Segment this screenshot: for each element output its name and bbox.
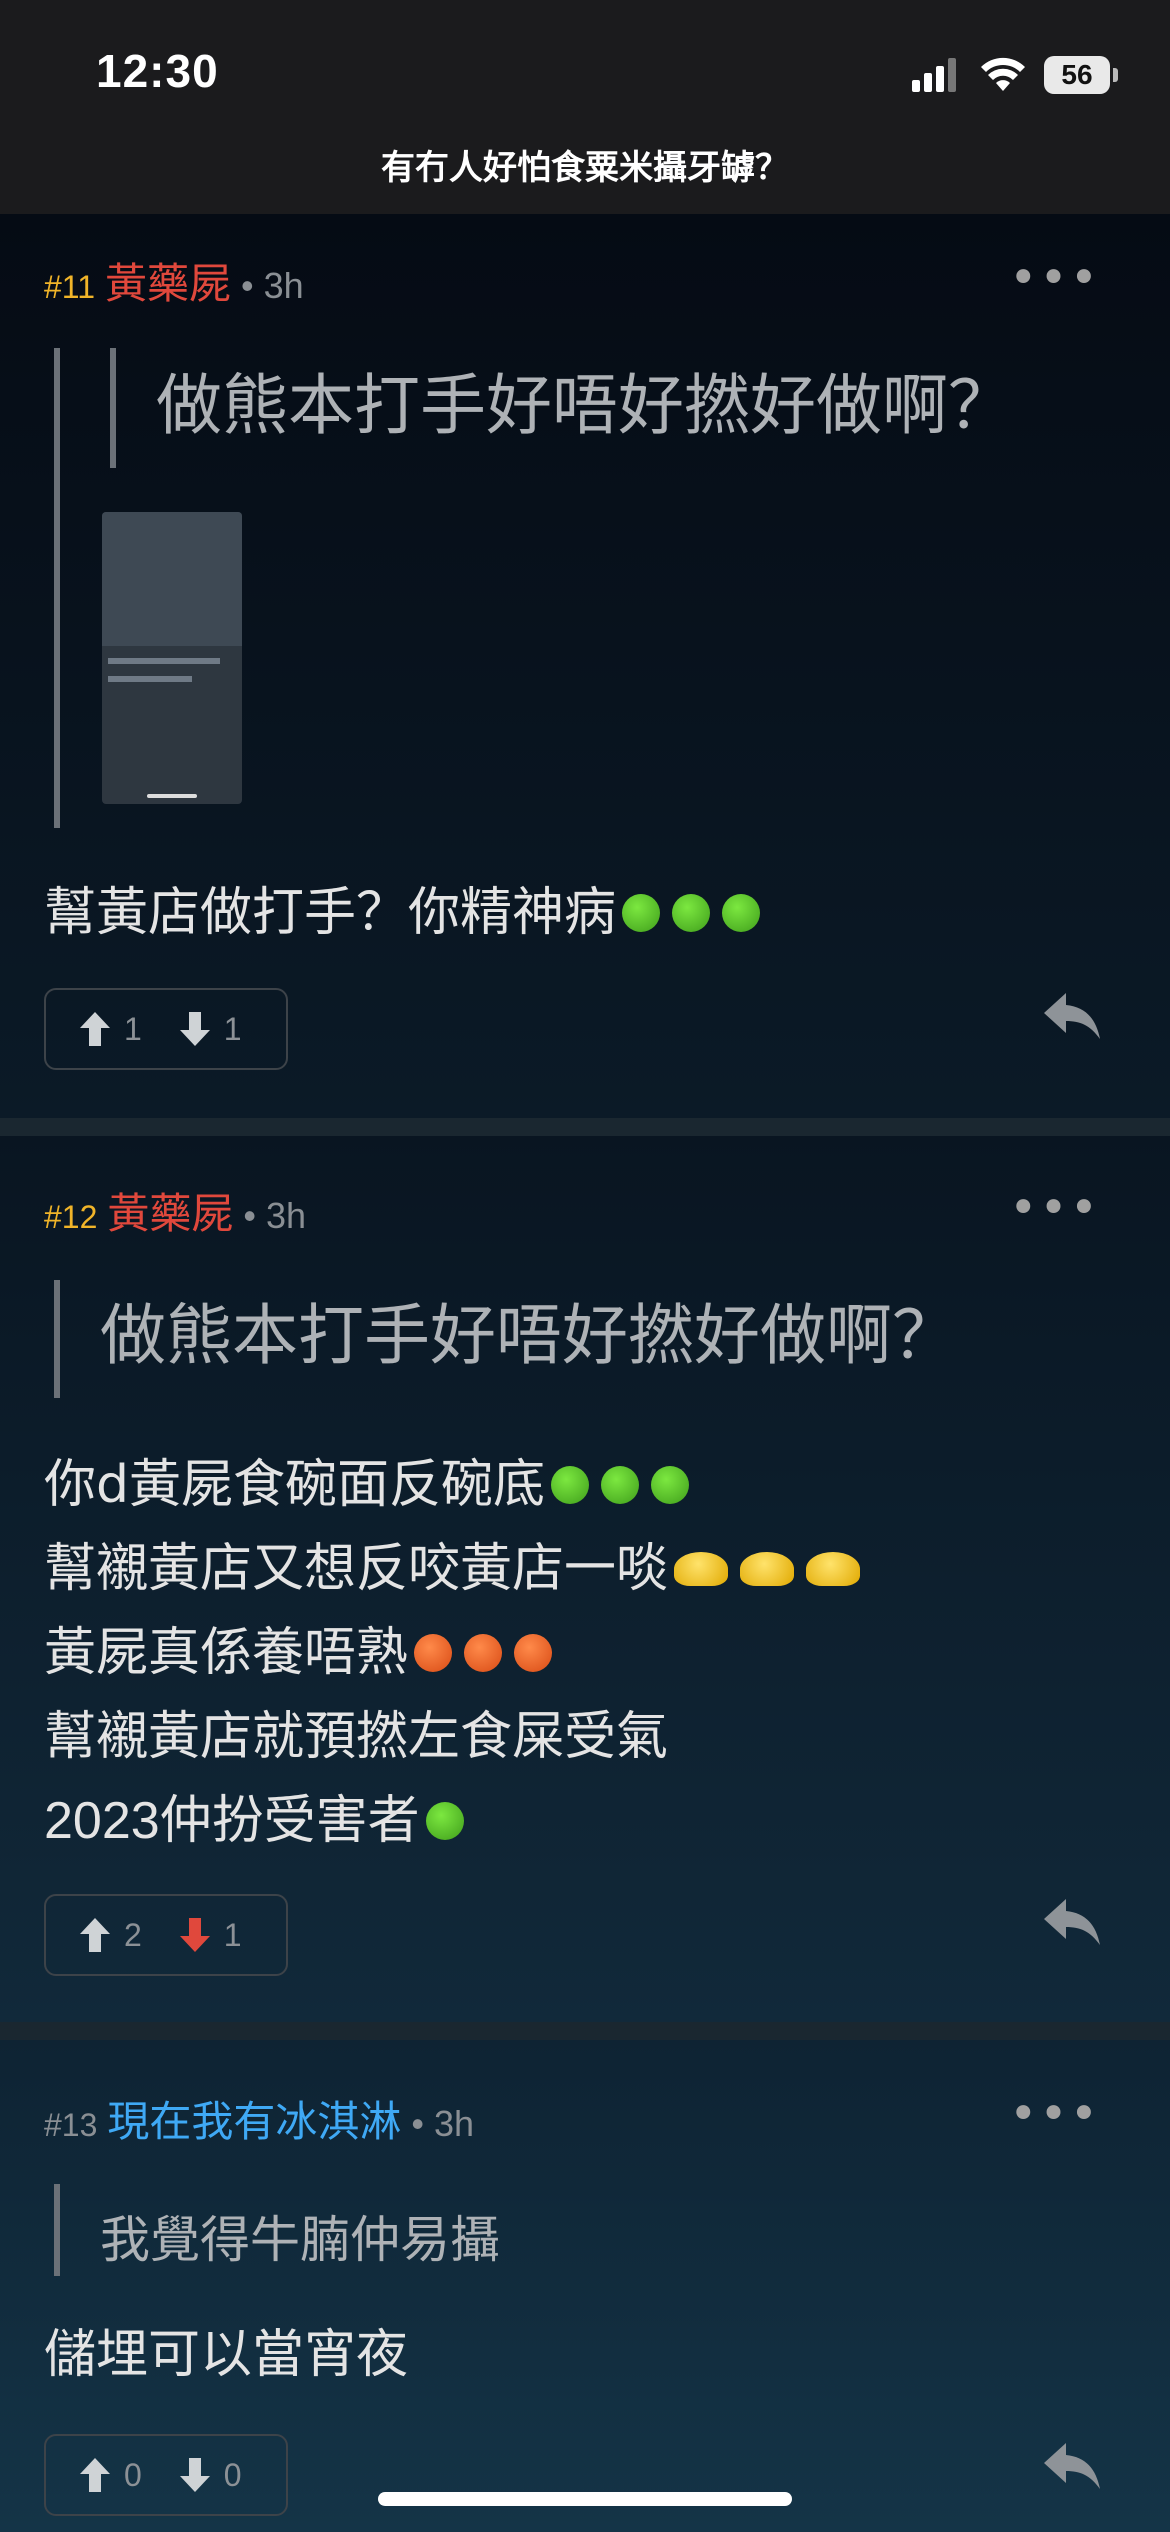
vote-box: 2 1 <box>44 1894 288 1976</box>
thumb-up-arrow-icon <box>80 1012 110 1046</box>
sick-face-icon <box>551 1466 590 1504</box>
downvote-button[interactable]: 0 <box>179 2456 242 2494</box>
more-horizontal-icon[interactable]: ••• <box>1009 254 1100 302</box>
upvote-button[interactable]: 1 <box>80 1011 142 1048</box>
more-horizontal-icon[interactable]: ••• <box>1009 1184 1100 1232</box>
quote-text: 我覺得牛腩仲易攝 <box>100 2211 500 2269</box>
post-meta: #12 黃藥屍 • 3h <box>44 1180 306 1241</box>
downvote-count: 0 <box>223 2456 242 2493</box>
angry-face-icon <box>414 1634 453 1672</box>
post-time: • 3h <box>241 265 304 306</box>
battery-icon: 56 <box>1044 56 1118 94</box>
status-icons: 56 <box>912 50 1118 100</box>
post-time: • 3h <box>411 2103 475 2144</box>
quote-outer: 我覺得牛腩仲易攝 <box>54 2184 500 2276</box>
post-time-value: 3h <box>263 265 304 306</box>
alien-face-icon <box>806 1552 861 1586</box>
floor-number: #12 <box>44 1199 98 1235</box>
thumb-down-arrow-icon <box>179 1918 210 1952</box>
status-bar: 12:30 56 <box>0 0 1170 150</box>
quote-outer: 做熊本打手好唔好撚好做啊？ <box>54 1280 958 1398</box>
upvote-button[interactable]: 2 <box>80 1917 142 1954</box>
sick-face-icon <box>601 1466 640 1504</box>
upvote-count: 0 <box>124 2456 142 2493</box>
sick-face-icon <box>425 1802 464 1840</box>
vote-box: 1 1 <box>44 988 288 1070</box>
post-11: #11 黃藥屍 • 3h ••• 做熊本打手好唔好撚好做啊？ 幫黃店做打手？你精… <box>0 214 1170 1118</box>
quote-text: 做熊本打手好唔好撚好做啊？ <box>100 1297 958 1374</box>
upvote-button[interactable]: 0 <box>80 2457 142 2494</box>
downvote-button[interactable]: 1 <box>179 1916 242 1954</box>
sick-face-icon <box>622 894 661 932</box>
post-body-text: 2023仲扮受害者 <box>44 1792 420 1850</box>
post-time-value: 3h <box>434 2103 475 2144</box>
post-13: #13 現在我有冰淇淋 • 3h ••• 我覺得牛腩仲易攝 儲埋可以當宵夜 0 … <box>0 2040 1170 2532</box>
reply-arrow-icon[interactable] <box>1044 992 1100 1052</box>
quote-text: 做熊本打手好唔好撚好做啊？ <box>156 367 1014 444</box>
sick-face-icon <box>672 894 711 932</box>
author-name[interactable]: 黃藥屍 <box>107 1180 233 1241</box>
wifi-icon <box>981 57 1025 91</box>
post-12: #12 黃藥屍 • 3h ••• 做熊本打手好唔好撚好做啊？ 你d黃屍食碗面反碗… <box>0 1136 1170 2022</box>
post-body-text: 幫黃店做打手？你精神病 <box>44 883 617 943</box>
thumb-down-arrow-icon <box>179 1012 210 1046</box>
vote-box: 0 0 <box>44 2434 288 2516</box>
quote-inner: 做熊本打手好唔好撚好做啊？ <box>110 348 1014 468</box>
status-time: 12:30 <box>96 45 219 97</box>
floor-number: #11 <box>44 269 96 305</box>
angry-face-icon <box>514 1634 553 1672</box>
downvote-count: 1 <box>223 1916 242 1953</box>
post-body-text: 黃屍真係養唔熟 <box>44 1623 409 1683</box>
author-name[interactable]: 黃藥屍 <box>105 250 231 311</box>
post-time: • 3h <box>243 1195 307 1236</box>
quote-outer: 做熊本打手好唔好撚好做啊？ <box>54 348 1014 828</box>
cellular-signal-icon <box>912 58 956 92</box>
post-time-value: 3h <box>266 1195 307 1236</box>
downvote-button[interactable]: 1 <box>179 1010 242 1048</box>
post-body-text: 幫襯黃店就預撚左食屎受氣 <box>44 1707 669 1767</box>
post-body-text: 儲埋可以當宵夜 <box>44 2325 409 2385</box>
thumb-up-arrow-icon <box>80 2458 110 2492</box>
sick-face-icon <box>722 894 761 932</box>
downvote-count: 1 <box>223 1010 242 1047</box>
post-body-line: 幫襯黃店就預撚左食屎受氣 <box>44 1694 668 1769</box>
post-divider <box>0 2022 1170 2040</box>
post-body-text: 幫襯黃店又想反咬黃店一啖 <box>44 1539 669 1599</box>
screenshot-thumbnail[interactable] <box>102 512 242 804</box>
thread-title[interactable]: 有冇人好怕食粟米攝牙罅？ <box>381 140 789 189</box>
post-body-line: 黃屍真係養唔熟 <box>44 1610 558 1685</box>
thumb-up-arrow-icon <box>80 1918 110 1952</box>
alien-face-icon <box>674 1552 729 1586</box>
sick-face-icon <box>651 1466 690 1504</box>
upvote-count: 1 <box>124 1010 142 1047</box>
thread-header: 有冇人好怕食粟米攝牙罅？ <box>0 148 1170 214</box>
more-horizontal-icon[interactable]: ••• <box>1009 2090 1100 2138</box>
thumb-down-arrow-icon <box>179 2458 210 2492</box>
post-body-line: 幫黃店做打手？你精神病 <box>44 870 766 945</box>
upvote-count: 2 <box>124 1916 142 1953</box>
floor-number: #13 <box>44 2107 98 2143</box>
author-name[interactable]: 現在我有冰淇淋 <box>107 2088 401 2149</box>
reply-arrow-icon[interactable] <box>1044 2442 1100 2502</box>
post-meta: #13 現在我有冰淇淋 • 3h <box>44 2088 474 2149</box>
post-meta: #11 黃藥屍 • 3h <box>44 250 304 311</box>
alien-face-icon <box>740 1552 795 1586</box>
post-divider <box>0 1118 1170 1136</box>
reply-arrow-icon[interactable] <box>1044 1898 1100 1958</box>
angry-face-icon <box>464 1634 503 1672</box>
post-body-line: 儲埋可以當宵夜 <box>44 2312 408 2387</box>
post-body-text: 你d黃屍食碗面反碗底 <box>44 1455 546 1515</box>
post-body-line: 2023仲扮受害者 <box>44 1778 470 1853</box>
post-body-line: 你d黃屍食碗面反碗底 <box>44 1442 695 1517</box>
post-body-line: 幫襯黃店又想反咬黃店一啖 <box>44 1526 866 1601</box>
home-indicator[interactable] <box>378 2492 792 2506</box>
